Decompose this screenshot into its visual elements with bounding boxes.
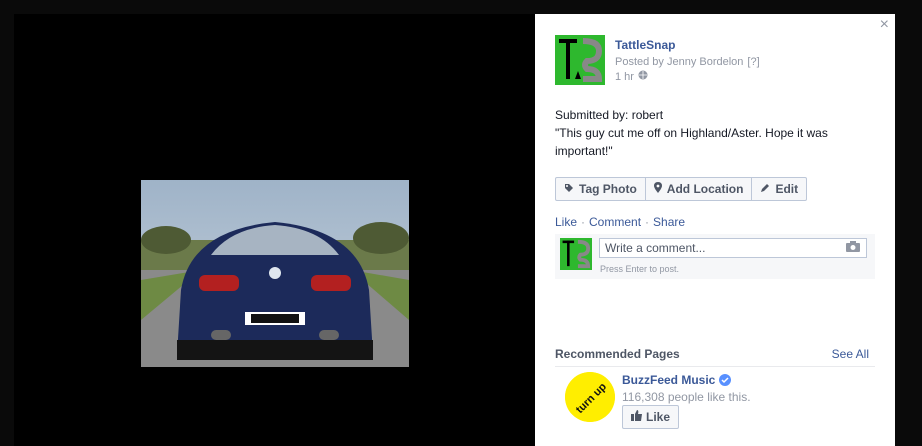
- verified-icon: [719, 374, 732, 386]
- tag-photo-button[interactable]: Tag Photo: [556, 178, 646, 200]
- globe-icon: [638, 70, 648, 83]
- post-details-panel: × TattleSnap Posted by Jenny Bordelon [?]…: [535, 14, 895, 446]
- separator: ·: [645, 215, 650, 229]
- comment-link[interactable]: Comment: [589, 215, 641, 229]
- close-icon[interactable]: ×: [880, 16, 889, 34]
- like-page-label: Like: [646, 410, 671, 424]
- buzzfeed-music-avatar[interactable]: turn up: [565, 372, 615, 422]
- buzzfeed-music-link[interactable]: BuzzFeed Music: [622, 373, 715, 387]
- share-link[interactable]: Share: [653, 215, 685, 229]
- recommended-page-likes: 116,308 people like this.: [622, 390, 751, 404]
- comment-hint: Press Enter to post.: [600, 264, 680, 274]
- photo-actions-bar: Tag Photo Add Location Edit: [555, 177, 808, 201]
- backdrop-strip: [895, 0, 922, 446]
- page-avatar[interactable]: [555, 35, 605, 85]
- post-photo[interactable]: [141, 180, 409, 367]
- like-page-button[interactable]: Like: [622, 405, 680, 429]
- comment-composer: Write a comment... Press Enter to post.: [555, 234, 875, 279]
- tag-photo-label: Tag Photo: [579, 182, 637, 196]
- add-location-button[interactable]: Add Location: [646, 178, 753, 200]
- posted-by: Posted by Jenny Bordelon [?]: [615, 56, 760, 68]
- add-location-label: Add Location: [666, 182, 744, 196]
- edit-label: Edit: [775, 182, 799, 196]
- posted-by-text: Posted by Jenny Bordelon: [615, 56, 744, 68]
- tag-icon: [564, 182, 574, 196]
- comment-placeholder: Write a comment...: [605, 241, 706, 255]
- divider: [555, 366, 875, 367]
- separator: ·: [581, 215, 586, 229]
- timestamp-link[interactable]: 1 hr: [615, 71, 634, 83]
- help-link[interactable]: [?]: [747, 56, 759, 68]
- edit-button[interactable]: Edit: [752, 178, 806, 200]
- camera-icon[interactable]: [846, 241, 860, 255]
- like-link[interactable]: Like: [555, 215, 577, 229]
- recommended-title: Recommended Pages: [555, 347, 680, 361]
- recommended-page-name: BuzzFeed Music: [622, 373, 732, 387]
- see-all-link[interactable]: See All: [832, 347, 869, 361]
- post-actions: Like · Comment · Share: [555, 215, 685, 229]
- commenter-avatar: [560, 238, 592, 270]
- post-time: 1 hr: [615, 70, 648, 83]
- photo-viewer-stage: [14, 14, 535, 446]
- page-name-link[interactable]: TattleSnap: [615, 38, 675, 52]
- comment-input[interactable]: Write a comment...: [599, 238, 867, 258]
- post-text: Submitted by: robert "This guy cut me of…: [555, 108, 828, 158]
- pencil-icon: [760, 182, 770, 196]
- location-pin-icon: [653, 182, 662, 196]
- thumbs-up-icon: [631, 410, 642, 424]
